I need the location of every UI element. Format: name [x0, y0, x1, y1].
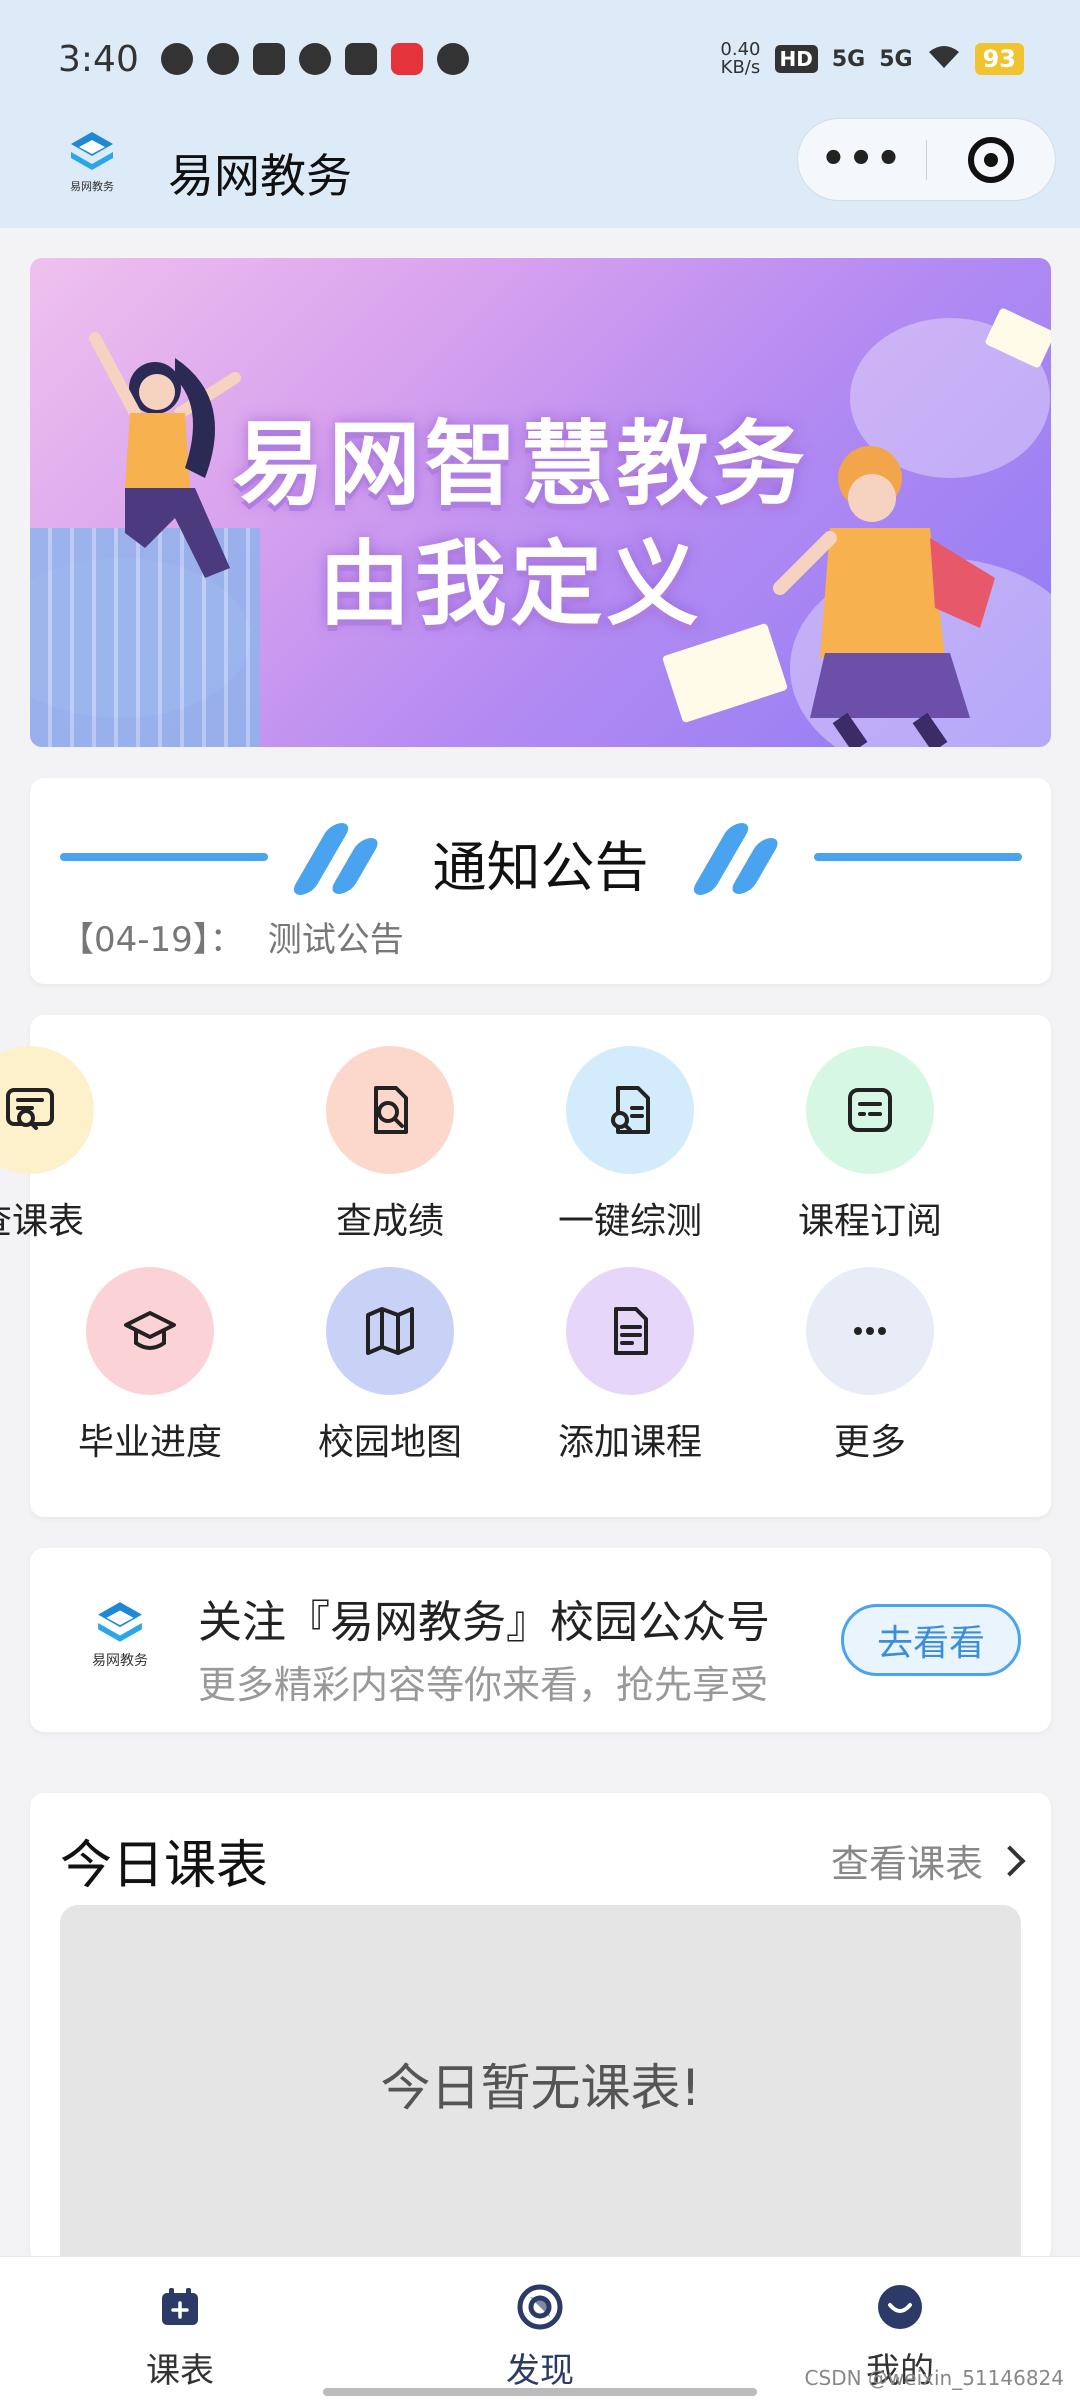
watermark: CSDN @weixin_51146824 — [804, 2366, 1064, 2390]
signal-icon-2: 5G — [879, 46, 913, 72]
map-icon — [366, 1307, 414, 1355]
profile-icon — [876, 2283, 924, 2331]
feature-circle — [566, 1046, 694, 1174]
feature-circle — [326, 1267, 454, 1395]
feature-circle — [566, 1267, 694, 1395]
notice-title: 通知公告 — [432, 836, 649, 899]
mini-program-capsule: ••• — [797, 118, 1056, 201]
feature-label: 毕业进度 — [77, 1422, 222, 1463]
feature-circle — [806, 1046, 934, 1174]
sync-notification-icon — [160, 43, 193, 75]
tab-discover[interactable]: 发现 — [440, 2283, 640, 2392]
feature-circle — [326, 1046, 454, 1174]
graduation-cap-icon — [124, 1311, 176, 1350]
feature-more[interactable]: 更多 — [750, 1267, 990, 1477]
feature-circle — [0, 1046, 94, 1174]
feature-grades[interactable]: 查成绩 — [270, 1046, 510, 1256]
chevron-right-icon — [994, 1844, 1026, 1877]
tab-label: 发现 — [506, 2351, 574, 2391]
feature-label: 校园地图 — [317, 1422, 462, 1463]
logo-icon — [98, 1602, 142, 1642]
more-dots-icon — [854, 1327, 886, 1335]
logo-text: 易网教务 — [70, 180, 114, 193]
follow-logo: 易网教务 — [82, 1598, 158, 1688]
promo-banner[interactable]: 易网智慧教务 由我定义 — [30, 258, 1051, 747]
logo-text: 易网教务 — [92, 1653, 148, 1669]
signal-icon-1: 5G — [831, 46, 866, 72]
grade-search-icon — [374, 1086, 408, 1134]
app-header: 易网教务 易网教务 ••• — [0, 118, 1080, 228]
subscription-icon — [848, 1088, 892, 1132]
tab-schedule[interactable]: 课表 — [80, 2283, 280, 2392]
follow-subtitle: 更多精彩内容等你来看，抢先享受 — [198, 1663, 769, 1707]
today-schedule-card: 今日课表 查看课表 今日暂无课表! — [30, 1793, 1051, 2263]
close-program-button[interactable] — [927, 136, 1055, 183]
calendar-icon — [156, 2283, 204, 2331]
feature-label: 更多 — [833, 1422, 906, 1463]
empty-schedule: 今日暂无课表! — [60, 1905, 1021, 2263]
notice-decor-bar — [814, 853, 1022, 861]
top-bar: 3:40 0.40 KB/s HD 5G 5G 93 易网教务 易网教务 ••• — [0, 0, 1080, 228]
view-schedule-label: 查看课表 — [830, 1842, 983, 1886]
feature-add-course[interactable]: 添加课程 — [510, 1267, 750, 1477]
today-title: 今日课表 — [60, 1836, 269, 1896]
schedule-search-icon — [6, 1088, 54, 1130]
notice-item-date: 【04-19】： — [60, 920, 244, 960]
discover-icon — [516, 2283, 564, 2331]
taobao-notification-icon — [344, 43, 377, 75]
hd-icon: HD — [774, 45, 818, 73]
feature-graduation[interactable]: 毕业进度 — [30, 1267, 270, 1477]
status-right: 0.40 KB/s HD 5G 5G 93 — [720, 41, 1024, 77]
feature-grid: 查课表 查成绩 一键综测 课程订阅 — [0, 1015, 1051, 1517]
feature-label: 一键综测 — [557, 1201, 702, 1242]
go-see-button[interactable]: 去看看 — [841, 1604, 1021, 1676]
feature-label: 添加课程 — [557, 1422, 702, 1463]
feature-label: 课程订阅 — [797, 1201, 942, 1242]
more-menu-button[interactable]: ••• — [798, 118, 926, 201]
feature-circle — [806, 1267, 934, 1395]
follow-title: 关注『易网教务』校园公众号 — [198, 1597, 770, 1648]
logo-icon — [71, 132, 113, 170]
feature-schedule[interactable]: 查课表 — [0, 1046, 150, 1256]
feature-label: 查成绩 — [335, 1201, 444, 1242]
notice-item-text: 测试公告 — [267, 920, 404, 960]
home-indicator[interactable] — [323, 2388, 757, 2396]
notification-icons — [160, 43, 469, 75]
app-title: 易网教务 — [168, 149, 352, 203]
view-schedule-link[interactable]: 查看课表 — [830, 1833, 1026, 1888]
follow-account-card[interactable]: 易网教务 关注『易网教务』校园公众号 更多精彩内容等你来看，抢先享受 去看看 — [30, 1548, 1051, 1732]
feature-evaluation[interactable]: 一键综测 — [510, 1046, 750, 1256]
mail-notification-icon — [252, 43, 285, 75]
notice-card: 通知公告 【04-19】： 测试公告 — [30, 778, 1051, 984]
doc-search-icon — [611, 1086, 650, 1134]
tab-label: 课表 — [146, 2351, 214, 2391]
browser-notification-icon — [298, 43, 331, 75]
feature-circle — [86, 1267, 214, 1395]
app-logo: 易网教务 — [58, 128, 126, 208]
document-icon — [614, 1307, 648, 1355]
status-time: 3:40 — [58, 38, 139, 80]
notice-item[interactable]: 【04-19】： 测试公告 — [60, 912, 404, 961]
net-speed: 0.40 KB/s — [720, 41, 760, 77]
qq-notification-icon — [206, 43, 239, 75]
chat-notification-icon — [436, 43, 469, 75]
feature-campus-map[interactable]: 校园地图 — [270, 1267, 510, 1477]
feature-label: 查课表 — [0, 1201, 84, 1242]
net-speed-unit: KB/s — [720, 57, 761, 78]
target-icon — [968, 136, 1014, 183]
feature-subscription[interactable]: 课程订阅 — [750, 1046, 990, 1256]
battery-indicator: 93 — [974, 43, 1024, 75]
wifi-icon — [927, 44, 961, 75]
banner-girl-illustration-2 — [773, 446, 995, 747]
status-bar: 3:40 0.40 KB/s HD 5G 5G 93 — [0, 0, 1080, 118]
xiaohongshu-notification-icon — [390, 43, 423, 75]
